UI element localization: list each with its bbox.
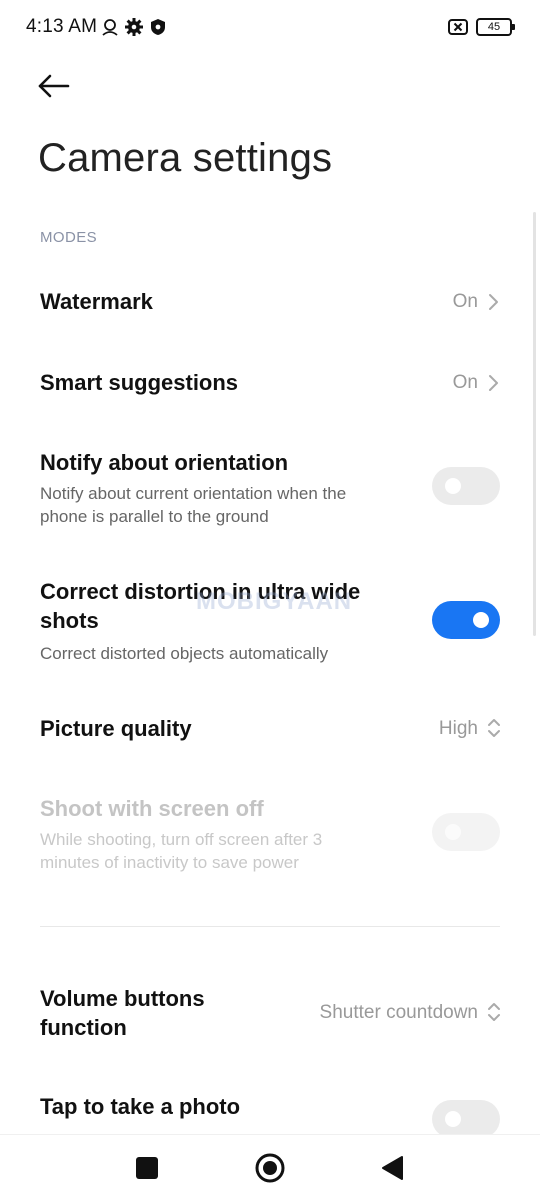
toggle-knob [445, 824, 461, 840]
setting-row-notify-orientation[interactable]: Notify about orientation Notify about cu… [0, 438, 540, 538]
location-icon [102, 19, 118, 36]
page-title: Camera settings [38, 136, 333, 180]
setting-description-line2: minutes of inactivity to save power [40, 853, 299, 872]
chevron-right-icon [489, 294, 498, 310]
chevron-up-down-icon [488, 1003, 500, 1021]
watermark-logo: MOBIGYAAN [196, 588, 353, 615]
setting-title: Picture quality [40, 716, 192, 741]
setting-value: On [452, 372, 478, 393]
chevron-up-down-icon [488, 719, 500, 737]
setting-description-line1: Notify about current orientation when th… [40, 484, 347, 503]
setting-title-line2: shots [40, 608, 99, 633]
navigation-bar [0, 1134, 540, 1200]
section-divider [40, 926, 500, 927]
setting-description: Correct distorted objects automatically [40, 644, 329, 663]
toggle-knob [445, 1111, 461, 1127]
toggle-switch-tap-photo[interactable] [432, 1100, 500, 1138]
toggle-switch-notify-orientation[interactable] [432, 467, 500, 505]
back-triangle-icon[interactable] [380, 1155, 404, 1181]
home-icon[interactable] [254, 1152, 286, 1184]
section-header-modes: MODES [40, 229, 98, 246]
scrollbar[interactable] [533, 212, 536, 636]
setting-title: Smart suggestions [40, 370, 239, 395]
setting-value: High [438, 718, 478, 739]
toggle-switch-correct-distortion[interactable] [432, 601, 500, 639]
shield-icon [151, 19, 165, 35]
setting-value: On [452, 291, 478, 312]
setting-row-watermark[interactable]: Watermark On [0, 270, 540, 336]
setting-title: Shoot with screen off [40, 796, 264, 821]
setting-title: Watermark [40, 289, 153, 314]
setting-title-line2: function [40, 1015, 127, 1040]
toggle-switch-shoot-screen-off [432, 813, 500, 851]
back-arrow-icon[interactable] [34, 66, 74, 106]
setting-row-volume-buttons[interactable]: Volume buttons function Shutter countdow… [0, 972, 540, 1056]
setting-title-line1: Volume buttons [40, 986, 205, 1011]
setting-row-picture-quality[interactable]: Picture quality High [0, 696, 540, 762]
battery-x-icon [448, 19, 468, 35]
toggle-knob [445, 478, 461, 494]
setting-value: Shutter countdown [319, 1002, 478, 1023]
recents-icon[interactable] [136, 1157, 158, 1179]
setting-title: Tap to take a photo [40, 1094, 241, 1119]
gear-icon [125, 18, 143, 36]
chevron-right-icon [489, 375, 498, 391]
setting-row-shoot-screen-off: Shoot with screen off While shooting, tu… [0, 784, 540, 884]
status-bar: 4:13 AM 45 [0, 0, 540, 54]
setting-title: Notify about orientation [40, 450, 289, 475]
setting-row-correct-distortion[interactable]: Correct distortion in ultra wide shots C… [0, 566, 540, 676]
status-time: 4:13 AM [26, 16, 98, 37]
setting-row-tap-photo[interactable]: Tap to take a photo [0, 1082, 540, 1142]
toggle-knob [473, 612, 489, 628]
setting-description-line2: phone is parallel to the ground [40, 507, 269, 526]
setting-description-line1: While shooting, turn off screen after 3 [40, 830, 323, 849]
setting-row-smart-suggestions[interactable]: Smart suggestions On [0, 350, 540, 416]
battery-icon: 45 [476, 18, 515, 36]
battery-level: 45 [487, 21, 501, 33]
